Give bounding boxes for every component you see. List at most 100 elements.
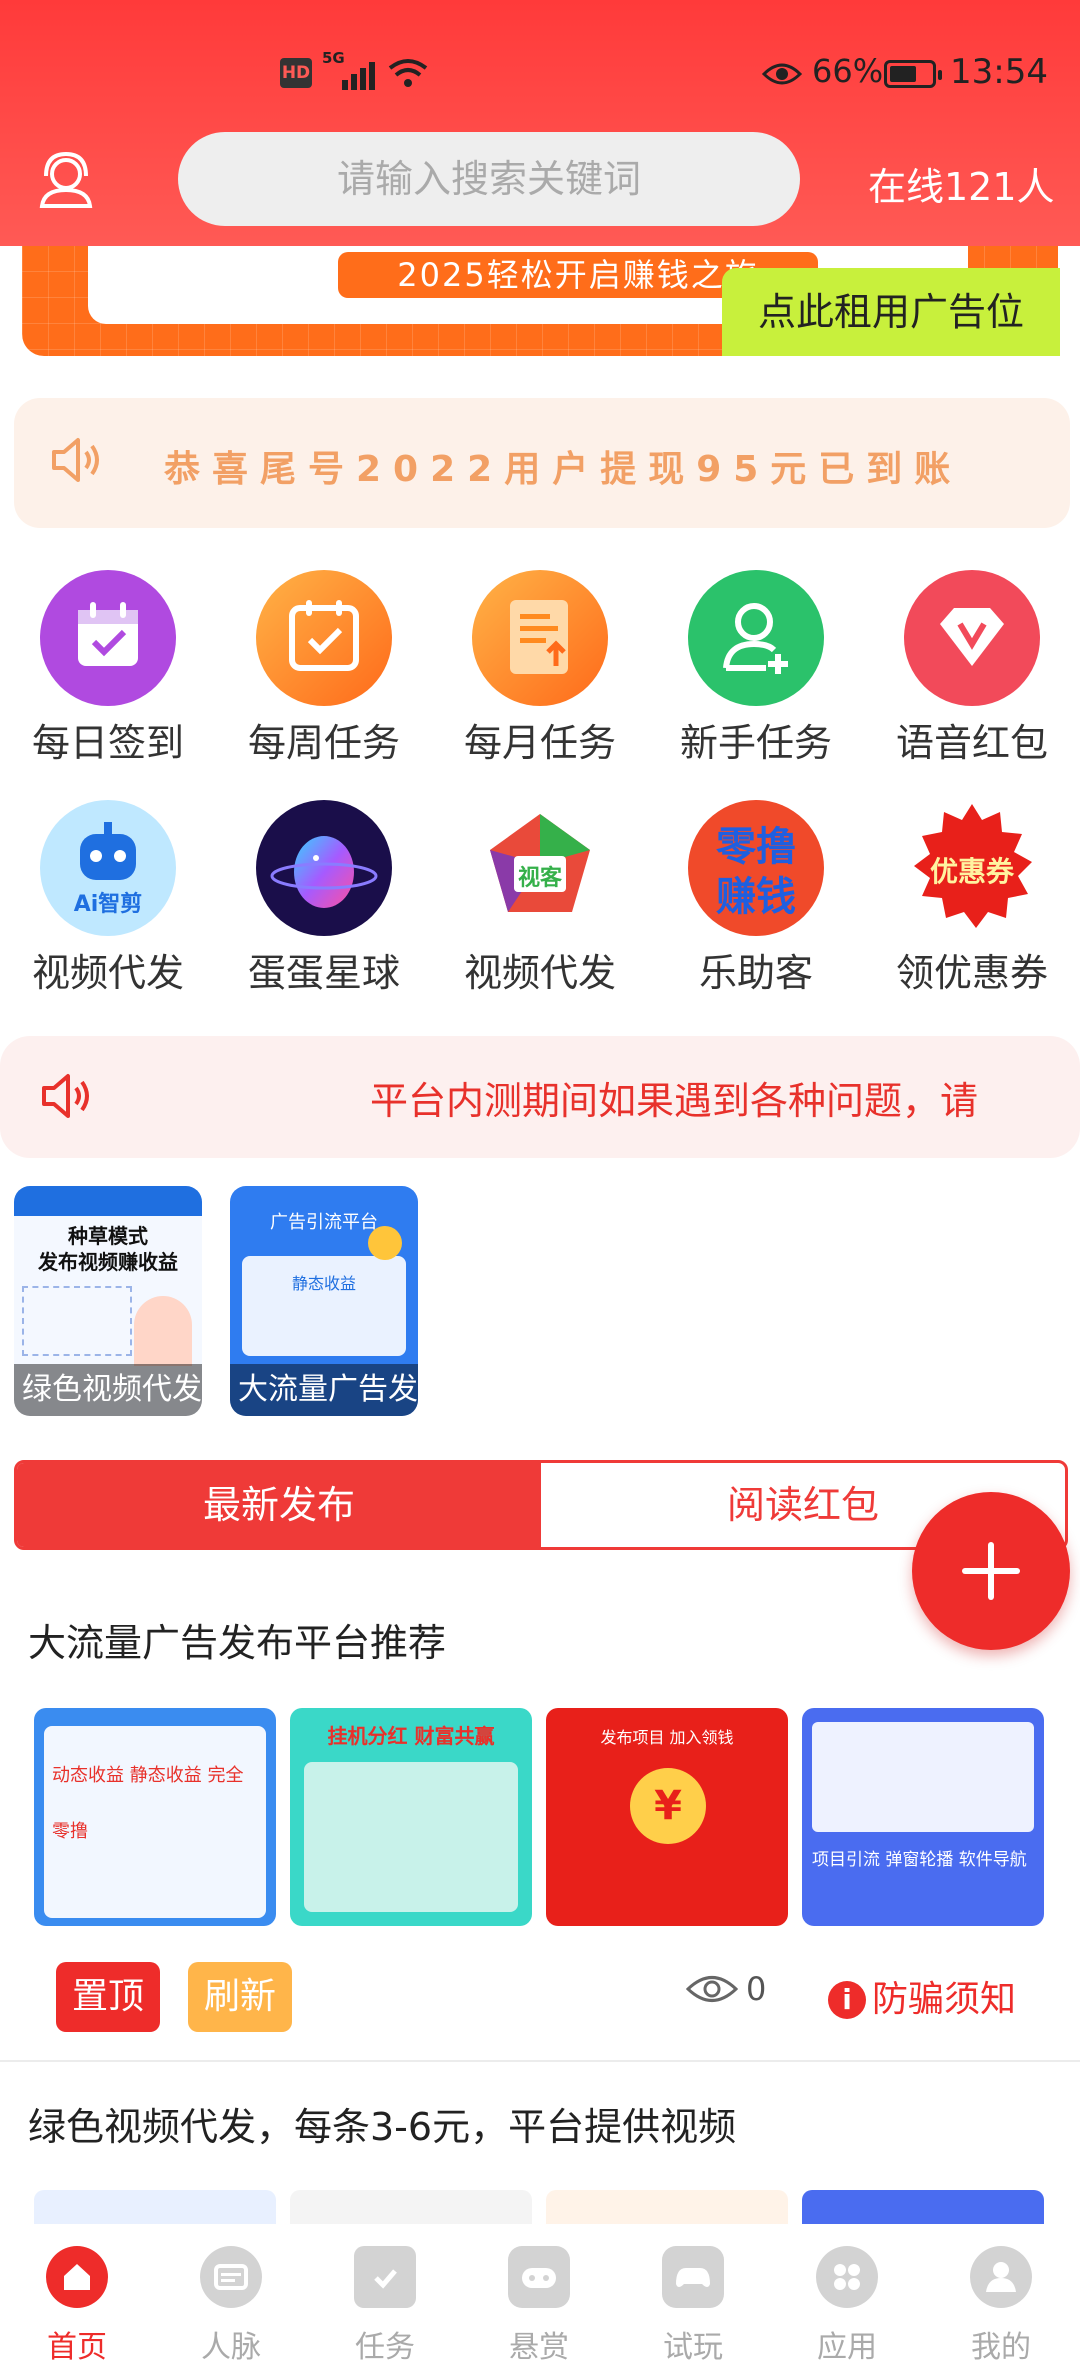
- platform-notice-text: 平台内测期间如果遇到各种问题，请: [370, 1079, 979, 1123]
- grid-video-post-shike[interactable]: 视客 视频代发: [432, 800, 648, 1020]
- platform-notice: 平台内测期间如果遇到各种问题，请: [0, 1036, 1080, 1158]
- customer-service-icon[interactable]: [36, 150, 96, 210]
- thumb-person: [134, 1296, 192, 1366]
- battery-percent: 66%: [812, 52, 884, 90]
- coupon-label: 优惠券: [929, 855, 1014, 888]
- thumb-top-bar: [14, 1186, 202, 1216]
- bottom-nav: 首页 人脉 任务 悬赏 试玩 应用 我的: [0, 2226, 1080, 2376]
- hd-badge: HD: [280, 58, 312, 88]
- post-image-text: 动态收益 静态收益 完全零撸: [52, 1765, 244, 1842]
- earn-label: 赚钱: [716, 874, 796, 920]
- post-image[interactable]: [290, 2190, 532, 2224]
- post-image[interactable]: [802, 2190, 1044, 2224]
- grid-monthly-task[interactable]: 每月任务: [432, 570, 648, 790]
- diamond-v-icon: [904, 570, 1040, 706]
- user-icon: [970, 2246, 1032, 2308]
- search-input[interactable]: 请输入搜索关键词: [178, 132, 800, 226]
- tab-latest[interactable]: 最新发布: [17, 1463, 541, 1547]
- post-image[interactable]: 项目引流 弹窗轮播 软件导航: [802, 1708, 1044, 1926]
- grid-label: 视频代发: [463, 951, 616, 995]
- pentagon-logo-icon: 视客: [472, 800, 608, 936]
- thumb-sub: 发布视频赚收益: [38, 1250, 178, 1274]
- nav-label: 应用: [817, 2330, 877, 2365]
- grid-label: 领优惠券: [895, 951, 1048, 995]
- post-image-text: 发布项目 加入领钱: [600, 1728, 734, 1747]
- thumb-big-traffic[interactable]: 广告引流平台 静态收益 大流量广告发布: [230, 1186, 418, 1416]
- grid-daily-checkin[interactable]: 每日签到: [0, 570, 216, 790]
- add-post-button[interactable]: [912, 1492, 1070, 1650]
- nav-label: 悬赏: [509, 2330, 569, 2365]
- grid-voice-redpacket[interactable]: 语音红包: [864, 570, 1080, 790]
- online-count: 在线121人: [868, 165, 1055, 209]
- thumb-sub: 静态收益: [291, 1274, 356, 1293]
- add-user-icon: [688, 570, 824, 706]
- post-image[interactable]: 挂机分红 财富共赢: [290, 1708, 532, 1926]
- nav-bounty[interactable]: 悬赏: [462, 2246, 616, 2366]
- nav-label: 人脉: [201, 2330, 261, 2365]
- pin-button[interactable]: 置顶: [56, 1962, 160, 2032]
- grid-video-post-ai[interactable]: Ai智剪 视频代发: [0, 800, 216, 1020]
- nav-apps[interactable]: 应用: [770, 2246, 924, 2366]
- ai-robot-icon: Ai智剪: [40, 800, 176, 936]
- task-icon: [354, 2246, 416, 2308]
- post-image-panel: [812, 1722, 1034, 1832]
- coupon-badge-icon: 优惠券: [904, 800, 1040, 936]
- speaker-icon: [52, 438, 99, 482]
- thumb-caption: 大流量广告发布: [230, 1364, 418, 1416]
- grid-label: 每日签到: [31, 721, 184, 765]
- speaker-icon: [42, 1074, 89, 1118]
- thumb-green-video[interactable]: 种草模式 发布视频赚收益 绿色视频代发: [14, 1186, 202, 1416]
- home-icon: [46, 2246, 108, 2308]
- document-upload-icon: [472, 570, 608, 706]
- calendar-check-icon: [256, 570, 392, 706]
- anti-fraud-link[interactable]: i 防骗须知: [828, 1970, 1016, 2022]
- grid-egg-planet[interactable]: 蛋蛋星球: [216, 800, 432, 1020]
- header: HD 5G 66% 13:54 请输入搜索关键词 在线121人: [0, 0, 1080, 246]
- rent-ad-button[interactable]: 点此租用广告位: [722, 268, 1060, 356]
- post-image-panel: [304, 1762, 518, 1912]
- grid-label: 每月任务: [463, 721, 616, 765]
- divider: [0, 2060, 1080, 2062]
- post-image[interactable]: [546, 2190, 788, 2224]
- grid-newbie-task[interactable]: 新手任务: [648, 570, 864, 790]
- battery-fill: [890, 66, 916, 82]
- yuan-coin-icon: ¥: [630, 1768, 706, 1844]
- status-bar: HD 5G 66% 13:54: [0, 50, 1080, 100]
- grid-label: 视频代发: [31, 951, 184, 995]
- wifi-icon: [388, 59, 428, 87]
- grid-label: 每周任务: [247, 721, 400, 765]
- thumb-heading: 种草模式: [68, 1224, 148, 1248]
- nav-home[interactable]: 首页: [0, 2246, 154, 2366]
- thumb-price-list: [22, 1286, 132, 1356]
- grid-coupon[interactable]: 优惠券 领优惠券: [864, 800, 1080, 1020]
- eye-icon: [686, 1976, 738, 2002]
- thumb-caption: 绿色视频代发: [14, 1364, 202, 1416]
- post-title[interactable]: 绿色视频代发，每条3-6元，平台提供视频: [28, 2096, 736, 2151]
- grid-label: 蛋蛋星球: [247, 951, 400, 995]
- post-image[interactable]: 动态收益 静态收益 完全零撸: [34, 1708, 276, 1926]
- anti-fraud-label: 防骗须知: [872, 1979, 1017, 2020]
- calendar-check-icon: [40, 570, 176, 706]
- nav-label: 任务: [355, 2330, 415, 2365]
- grid-label: 乐助客: [698, 951, 813, 995]
- zero-earn-icon: 零撸 赚钱: [688, 800, 824, 936]
- nav-contacts[interactable]: 人脉: [154, 2246, 308, 2366]
- shike-label: 视客: [517, 866, 562, 891]
- nav-tasks[interactable]: 任务: [308, 2246, 462, 2366]
- post-image-text: 项目引流 弹窗轮播 软件导航: [812, 1850, 1027, 1870]
- nav-label: 试玩: [663, 2330, 723, 2365]
- nav-profile[interactable]: 我的: [924, 2246, 1078, 2366]
- grid-lezhuke[interactable]: 零撸 赚钱 乐助客: [648, 800, 864, 1020]
- info-icon: i: [828, 1981, 866, 2019]
- refresh-button[interactable]: 刷新: [188, 1962, 292, 2032]
- withdraw-notice-text: 恭喜尾号2022用户提现95元已到账: [164, 449, 963, 490]
- post-image[interactable]: [34, 2190, 276, 2224]
- post-title[interactable]: 大流量广告发布平台推荐: [28, 1612, 446, 1667]
- controller-icon: [662, 2246, 724, 2308]
- battery-icon: [884, 60, 942, 88]
- planet-egg-icon: [256, 800, 392, 936]
- nav-trial[interactable]: 试玩: [616, 2246, 770, 2366]
- grid-label: 新手任务: [679, 721, 832, 765]
- grid-weekly-task[interactable]: 每周任务: [216, 570, 432, 790]
- post-image[interactable]: ¥ 发布项目 加入领钱: [546, 1708, 788, 1926]
